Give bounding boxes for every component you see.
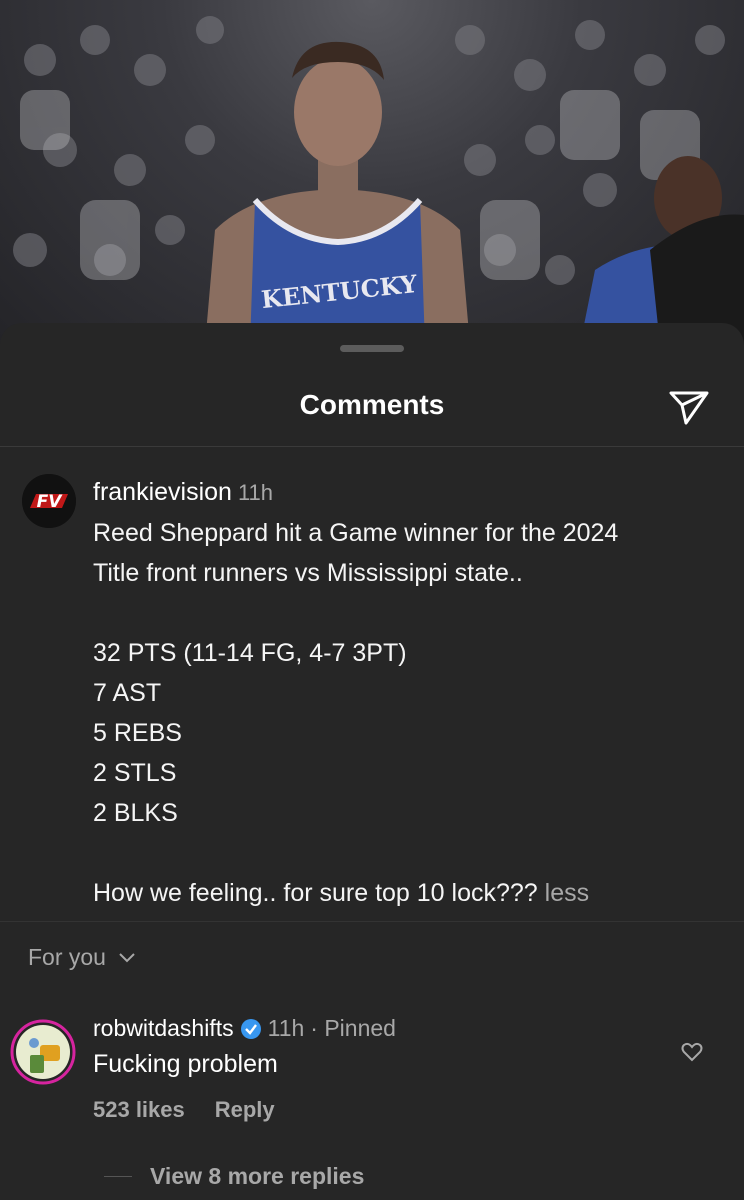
caption-line: How we feeling.. for sure top 10 lock??? [93, 879, 538, 907]
comment-filter[interactable]: For you [28, 944, 136, 971]
comment-time: 11h [267, 1015, 305, 1041]
header-divider [0, 446, 744, 447]
post-caption: frankievision 11h Reed Sheppard hit a Gam… [93, 472, 723, 913]
comment-item: robwitdashifts 11h · Pinned Fucking prob… [93, 1015, 653, 1123]
caption-line: Reed Sheppard hit a Game winner for the … [93, 519, 619, 547]
caption-line: 7 AST [93, 679, 162, 707]
caption-username[interactable]: frankievision [93, 478, 232, 506]
caption-line: 2 STLS [93, 759, 177, 787]
fv-logo-text: FV [37, 492, 64, 512]
view-replies[interactable]: View 8 more replies [104, 1163, 364, 1190]
comment-username[interactable]: robwitdashifts [93, 1015, 234, 1042]
caption-blank [93, 833, 723, 873]
caption-blank [93, 593, 723, 633]
sheet-title: Comments [299, 389, 445, 420]
post-image: KENTUCKY [0, 0, 744, 345]
replies-line [104, 1176, 132, 1177]
comment-text: Fucking problem [93, 1050, 278, 1078]
caption-line: 32 PTS (11-14 FG, 4-7 3PT) [93, 639, 407, 667]
caption-avatar[interactable]: FV [22, 474, 76, 528]
view-replies-label: View 8 more replies [150, 1163, 365, 1189]
drag-handle[interactable] [340, 345, 404, 352]
caption-line: 5 REBS [93, 719, 182, 747]
caption-line: 2 BLKS [93, 799, 178, 827]
heart-icon[interactable] [680, 1040, 704, 1064]
caption-line: Title front runners vs Mississippi state… [93, 559, 523, 587]
caption-time: 11h [237, 480, 274, 505]
chevron-down-icon [119, 952, 135, 962]
comments-sheet: Comments FV frankievision 11h Reed Sheppa… [0, 323, 744, 1200]
filter-label: For you [28, 944, 106, 970]
likes-count[interactable]: 523 likes [93, 1097, 185, 1123]
pinned-label: · Pinned [310, 1015, 396, 1041]
caption-divider [0, 921, 744, 922]
verified-badge-icon [240, 1018, 261, 1039]
send-icon[interactable] [668, 387, 710, 429]
comment-avatar[interactable] [10, 1019, 76, 1085]
less-link[interactable]: less [545, 879, 589, 907]
reply-button[interactable]: Reply [215, 1097, 275, 1123]
